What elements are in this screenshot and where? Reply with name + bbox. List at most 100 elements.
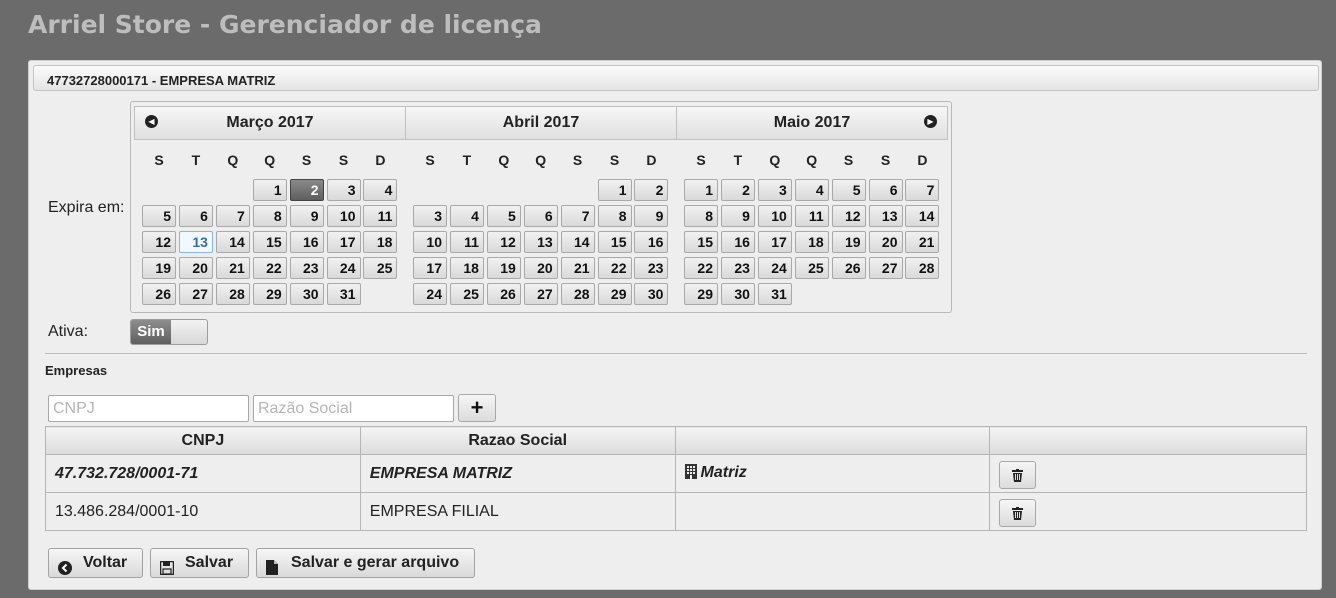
calendar-day[interactable]: 29 [684,283,718,305]
calendar-day[interactable]: 31 [757,283,792,305]
calendar-day[interactable]: 3 [326,179,361,201]
calendar-day[interactable]: 4 [449,205,484,227]
delete-empresa-button[interactable] [999,460,1037,489]
calendar-day[interactable]: 7 [215,205,250,227]
calendar-day[interactable]: 4 [794,179,829,201]
calendar-day[interactable]: 6 [868,179,903,201]
calendar-day[interactable]: 2 [289,179,324,201]
calendar-day[interactable]: 24 [326,257,361,279]
voltar-button[interactable]: Voltar [48,548,143,578]
calendar-day[interactable]: 8 [252,205,287,227]
calendar-day[interactable]: 18 [363,231,398,253]
calendar-day[interactable]: 8 [684,205,718,227]
calendar-day[interactable]: 20 [178,257,213,279]
calendar-day[interactable]: 16 [720,231,755,253]
calendar-day[interactable]: 21 [560,257,595,279]
calendar-day[interactable]: 10 [326,205,361,227]
calendar-day[interactable]: 26 [142,283,176,305]
calendar-day[interactable]: 20 [868,231,903,253]
calendar-day[interactable]: 14 [560,231,595,253]
calendar-day[interactable]: 15 [252,231,287,253]
calendar-day[interactable]: 29 [252,283,287,305]
calendar-day[interactable]: 12 [142,231,176,253]
calendar-day[interactable]: 10 [757,205,792,227]
calendar-day[interactable]: 14 [905,205,940,227]
calendar-day[interactable]: 24 [757,257,792,279]
calendar-day[interactable]: 2 [634,179,669,201]
razao-social-input[interactable] [253,395,454,422]
calendar-day[interactable]: 23 [634,257,669,279]
calendar-day[interactable]: 31 [326,283,361,305]
calendar-day[interactable]: 13 [178,231,213,253]
calendar-day[interactable]: 16 [634,231,669,253]
calendar-day[interactable]: 1 [684,179,718,201]
salvar-button[interactable]: Salvar [150,548,249,578]
calendar-day[interactable]: 5 [831,179,866,201]
calendar-day[interactable]: 23 [720,257,755,279]
calendar-day[interactable]: 9 [634,205,669,227]
calendar-day[interactable]: 26 [831,257,866,279]
calendar-day[interactable]: 3 [413,205,447,227]
calendar-day[interactable]: 9 [720,205,755,227]
calendar-day[interactable]: 28 [560,283,595,305]
calendar-day[interactable]: 1 [252,179,287,201]
calendar-day[interactable]: 18 [449,257,484,279]
calendar-day[interactable]: 7 [560,205,595,227]
calendar-day[interactable]: 22 [597,257,632,279]
calendar-day[interactable]: 22 [684,257,718,279]
calendar-day[interactable]: 4 [363,179,398,201]
ativa-toggle[interactable]: Sim [130,319,208,345]
calendar-day[interactable]: 6 [178,205,213,227]
calendar-day[interactable]: 18 [794,231,829,253]
add-empresa-button[interactable]: + [458,394,496,422]
calendar-day[interactable]: 16 [289,231,324,253]
calendar-day[interactable]: 11 [449,231,484,253]
calendar-day[interactable]: 23 [289,257,324,279]
calendar-day[interactable]: 10 [413,231,447,253]
calendar-day[interactable]: 22 [252,257,287,279]
calendar-day[interactable]: 25 [794,257,829,279]
next-month-icon[interactable]: ▶ [924,115,937,128]
calendar-day[interactable]: 30 [720,283,755,305]
calendar-day[interactable]: 30 [634,283,669,305]
calendar-day[interactable]: 19 [486,257,521,279]
calendar-day[interactable]: 29 [597,283,632,305]
calendar-day[interactable]: 17 [757,231,792,253]
calendar-day[interactable]: 7 [905,179,940,201]
calendar-day[interactable]: 13 [523,231,558,253]
calendar-day[interactable]: 12 [831,205,866,227]
calendar-day[interactable]: 1 [597,179,632,201]
prev-month-icon[interactable]: ◀ [145,115,158,128]
calendar-day[interactable]: 14 [215,231,250,253]
calendar-day[interactable]: 28 [215,283,250,305]
calendar-day[interactable]: 8 [597,205,632,227]
calendar-day[interactable]: 5 [142,205,176,227]
calendar-day[interactable]: 12 [486,231,521,253]
calendar-day[interactable]: 3 [757,179,792,201]
calendar-day[interactable]: 19 [142,257,176,279]
calendar-day[interactable]: 2 [720,179,755,201]
calendar-day[interactable]: 30 [289,283,324,305]
calendar-day[interactable]: 15 [597,231,632,253]
calendar-day[interactable]: 25 [363,257,398,279]
calendar-day[interactable]: 19 [831,231,866,253]
calendar-day[interactable]: 24 [413,283,447,305]
column-header-razao[interactable]: Razao Social [359,426,676,455]
calendar-day[interactable]: 25 [449,283,484,305]
calendar-day[interactable]: 26 [486,283,521,305]
calendar-day[interactable]: 13 [868,205,903,227]
calendar-day[interactable]: 21 [215,257,250,279]
calendar-day[interactable]: 27 [178,283,213,305]
calendar-day[interactable]: 11 [794,205,829,227]
calendar-day[interactable]: 27 [523,283,558,305]
calendar-day[interactable]: 28 [905,257,940,279]
calendar-day[interactable]: 6 [523,205,558,227]
calendar-day[interactable]: 11 [363,205,398,227]
calendar-day[interactable]: 20 [523,257,558,279]
calendar-day[interactable]: 5 [486,205,521,227]
salvar-gerar-button[interactable]: Salvar e gerar arquivo [256,548,475,578]
calendar-day[interactable]: 27 [868,257,903,279]
cnpj-input[interactable] [48,395,249,422]
calendar-day[interactable]: 17 [326,231,361,253]
calendar-day[interactable]: 15 [684,231,718,253]
